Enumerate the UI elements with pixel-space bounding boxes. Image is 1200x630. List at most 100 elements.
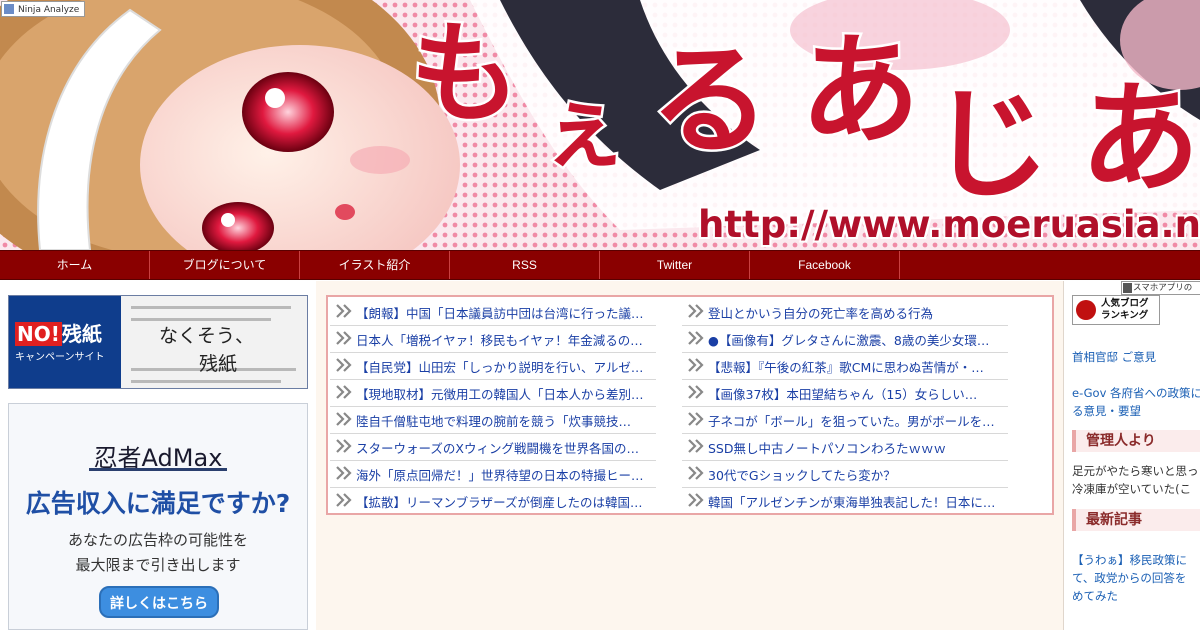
news-item[interactable]: 【自民党】山田宏「しっかり説明を行い、アルゼ… (330, 353, 656, 380)
admax-headline: 広告収入に満足ですか? (25, 489, 291, 518)
admax-logo-underline (89, 468, 227, 471)
newspaper-line (131, 380, 281, 383)
ad-paper-title-rest: 残紙 (61, 322, 102, 346)
main-content: 【朗報】中国「日本議員訪中団は台湾に行った議… 日本人「増税イヤァ！移民もイヤァ… (316, 281, 1063, 630)
svg-text:ぇ: ぇ (540, 78, 628, 181)
news-item[interactable]: 日本人「増税イヤァ！移民もイヤァ！年金減るの… (330, 326, 656, 353)
news-item[interactable]: 海外「原点回帰だ！」世界待望の日本の特撮ヒー… (330, 461, 656, 488)
double-chevron-icon (688, 412, 704, 426)
site-header-banner[interactable]: も ぇ る あ じ あ Ninja Analyze http://www.moe… (0, 0, 1200, 250)
latest-article-line3: めてみた (1072, 589, 1118, 603)
double-chevron-icon (688, 331, 704, 345)
egov-link-line1: e-Gov 各府省への政策に (1072, 386, 1200, 400)
news-item[interactable]: SSD無し中古ノートパソコンわろたｗｗｗ (682, 434, 1008, 461)
no-zanshi-ad-banner[interactable]: NO! 残紙 キャンペーンサイト なくそう、 残紙 (8, 295, 308, 389)
double-chevron-icon (336, 466, 352, 480)
double-chevron-icon (336, 304, 352, 318)
admax-body-line1: あなたの広告枠の可能性を (67, 531, 248, 549)
blog-ranking-banner[interactable]: 人気ブログ ランキング (1072, 295, 1160, 325)
double-chevron-icon (336, 412, 352, 426)
double-chevron-icon (688, 439, 704, 453)
nav-item-about[interactable]: ブログについて (150, 251, 300, 279)
news-item[interactable]: 子ネコが「ボール」を狙っていた。男がボールを… (682, 407, 1008, 434)
admax-details-button[interactable]: 詳しくはこちら (99, 586, 219, 618)
ranking-logo-icon (1076, 300, 1096, 320)
news-item[interactable]: 【拡散】リーマンブラザーズが倒産したのは韓国… (330, 488, 656, 513)
news-list-left: 【朗報】中国「日本議員訪中団は台湾に行った議… 日本人「増税イヤァ！移民もイヤァ… (330, 299, 670, 513)
double-chevron-icon (688, 466, 704, 480)
latest-article-line2: て、政党からの回答を (1072, 571, 1187, 585)
admax-body-line2: 最大限まで引き出します (75, 556, 241, 574)
ranking-label-line1: 人気ブログ (1101, 298, 1149, 309)
svg-text:じ: じ (930, 76, 1050, 215)
news-item[interactable]: 30代でGショックしてたら変か？ (682, 461, 1008, 488)
ninja-analyze-icon (4, 4, 14, 14)
double-chevron-icon (336, 385, 352, 399)
news-list-box[interactable]: 【朗報】中国「日本議員訪中団は台湾に行った議… 日本人「増税イヤァ！移民もイヤァ… (326, 295, 1054, 515)
news-item-title: 【画像37枚】本田望結ちゃん（15）女らしい… (708, 387, 978, 402)
ad-paper-slogan: なくそう、 残紙 (159, 322, 254, 378)
news-item[interactable]: 【朗報】中国「日本議員訪中団は台湾に行った議… (330, 299, 656, 326)
news-item-title: 登山とかいう自分の死亡率を高める行為 (708, 306, 934, 321)
double-chevron-icon (688, 358, 704, 372)
news-item-title: 陸自千僧駐屯地で料理の腕前を競う「炊事競技… (356, 414, 632, 429)
double-chevron-icon (688, 493, 704, 507)
admin-heading: 管理人より (1072, 430, 1200, 452)
ad-paper-title: NO! 残紙 (15, 318, 102, 347)
double-chevron-icon (336, 358, 352, 372)
news-item-title: 【朗報】中国「日本議員訪中団は台湾に行った議… (356, 306, 644, 321)
admax-ad-banner[interactable]: 忍者AdMax 広告収入に満足ですか? あなたの広告枠の可能性を 最大限まで引き… (8, 403, 308, 630)
news-item[interactable]: 陸自千僧駐屯地で料理の腕前を競う「炊事競技… (330, 407, 656, 434)
main-nav: ホーム ブログについて イラスト紹介 RSS Twitter Facebook (0, 250, 1200, 280)
news-item-title: 海外「原点回帰だ！」世界待望の日本の特撮ヒー… (356, 468, 644, 483)
admin-text-line1: 足元がやたら寒いと思っ (1072, 464, 1199, 478)
news-item-title: 日本人「増税イヤァ！移民もイヤァ！年金減るの… (356, 333, 643, 348)
newspaper-line (131, 318, 271, 321)
ad-paper-subtitle: キャンペーンサイト (15, 352, 105, 363)
kantei-opinion-link[interactable]: 首相官邸 ご意見 (1072, 348, 1200, 366)
admin-text-line2: 冷凍庫が空いていた(こ (1072, 482, 1192, 496)
news-item-title: ●【画像有】グレタさんに激震、8歳の美少女環… (708, 333, 990, 348)
nav-item-facebook[interactable]: Facebook (750, 251, 900, 279)
ad-paper-title-no: NO! (15, 322, 62, 346)
newspaper-line (131, 306, 291, 309)
nav-item-illustrations[interactable]: イラスト紹介 (300, 251, 450, 279)
ad-paper-slogan-line2: 残紙 (199, 353, 238, 375)
smartphone-app-link[interactable]: スマホアプリの (1121, 281, 1200, 295)
ninja-analyze-label: Ninja Analyze (18, 5, 80, 15)
smartphone-icon (1123, 283, 1132, 293)
ranking-label-line2: ランキング (1101, 310, 1149, 321)
news-item-title: スターウォーズのXウィング戦闘機を世界各国の… (356, 441, 639, 456)
news-item-title: 【現地取材】元徴用工の韓国人「日本人から差別… (356, 387, 644, 402)
ranking-label: 人気ブログ ランキング (1101, 298, 1149, 322)
news-item-title: 【拡散】リーマンブラザーズが倒産したのは韓国… (356, 495, 643, 510)
nav-item-home[interactable]: ホーム (0, 251, 150, 279)
double-chevron-icon (688, 304, 704, 318)
news-item[interactable]: 韓国「アルゼンチンが東海単独表記した！日本に… (682, 488, 1008, 513)
latest-article-link[interactable]: 【うわぁ】移民政策に て、政党からの回答を めてみた (1072, 551, 1200, 605)
svg-text:る: る (650, 32, 770, 171)
egov-link-line2: る意見・要望 (1072, 404, 1141, 418)
news-item-title: 【自民党】山田宏「しっかり説明を行い、アルゼ… (356, 360, 644, 375)
nav-item-twitter[interactable]: Twitter (600, 251, 750, 279)
double-chevron-icon (688, 385, 704, 399)
news-item[interactable]: 登山とかいう自分の死亡率を高める行為 (682, 299, 1008, 326)
news-item-title: 30代でGショックしてたら変か？ (708, 468, 896, 483)
svg-text:あ: あ (1080, 70, 1200, 209)
news-item-title: SSD無し中古ノートパソコンわろたｗｗｗ (708, 441, 946, 456)
ninja-analyze-badge[interactable]: Ninja Analyze (1, 1, 85, 17)
news-item[interactable]: 【現地取材】元徴用工の韓国人「日本人から差別… (330, 380, 656, 407)
news-item-title: 韓国「アルゼンチンが東海単独表記した！日本に… (708, 495, 996, 510)
news-item[interactable]: ●【画像有】グレタさんに激震、8歳の美少女環… (682, 326, 1008, 353)
svg-text:あ: あ (800, 22, 920, 161)
news-item[interactable]: 【悲報】『午後の紅茶』歌CMに思わぬ苦情が・… (682, 353, 1008, 380)
double-chevron-icon (336, 439, 352, 453)
latest-articles-heading: 最新記事 (1072, 509, 1200, 531)
nav-item-rss[interactable]: RSS (450, 251, 600, 279)
svg-text:も: も (410, 10, 520, 138)
news-list-right: 登山とかいう自分の死亡率を高める行為 ●【画像有】グレタさんに激震、8歳の美少女… (682, 299, 1022, 513)
news-item[interactable]: スターウォーズのXウィング戦闘機を世界各国の… (330, 434, 656, 461)
news-item-title: 【悲報】『午後の紅茶』歌CMに思わぬ苦情が・… (708, 360, 984, 375)
egov-opinion-link[interactable]: e-Gov 各府省への政策に る意見・要望 (1072, 384, 1200, 420)
news-item[interactable]: 【画像37枚】本田望結ちゃん（15）女らしい… (682, 380, 1008, 407)
